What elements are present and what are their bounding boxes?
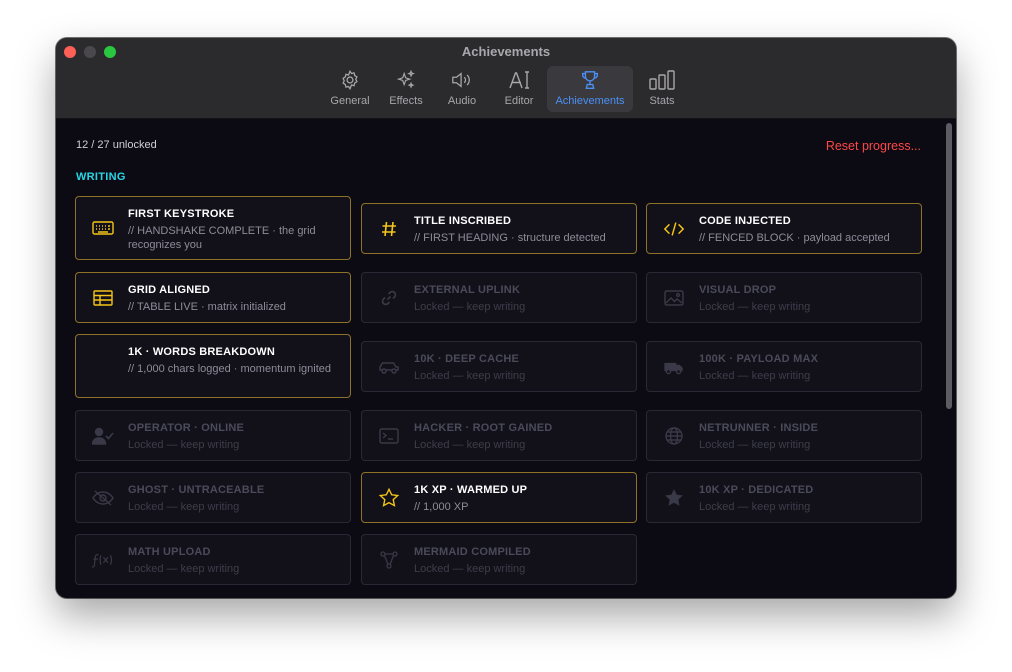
achievement-title: EXTERNAL UPLINK	[414, 284, 521, 296]
achievement-description: Locked — keep writing	[699, 301, 811, 313]
star-filled-icon	[663, 487, 685, 509]
vertical-scrollbar[interactable]	[945, 121, 953, 597]
achievement-title: NETRUNNER · INSIDE	[699, 422, 819, 434]
achievement-description: Locked — keep writing	[414, 370, 526, 382]
achievement-title: FIRST KEYSTROKE	[128, 208, 235, 220]
link-icon	[378, 287, 400, 309]
achievement-card-1k-xp[interactable]: 1K XP · WARMED UP // 1,000 XP	[361, 472, 637, 523]
title-bar: Achievements General Effects Audio Edito…	[56, 38, 956, 119]
achievement-description: // FENCED BLOCK · payload accepted	[699, 232, 890, 244]
preferences-toolbar: General Effects Audio Editor Achievement…	[56, 66, 956, 112]
achievement-title: 1K XP · WARMED UP	[414, 484, 528, 496]
tab-editor[interactable]: Editor	[496, 66, 542, 112]
achievement-card-grid-aligned[interactable]: GRID ALIGNED // TABLE LIVE · matrix init…	[75, 272, 351, 323]
achievement-description: // FIRST HEADING · structure detected	[414, 232, 606, 244]
achievement-card-visual-drop[interactable]: VISUAL DROP Locked — keep writing	[646, 272, 922, 323]
achievement-description: Locked — keep writing	[414, 439, 526, 451]
tab-stats-label: Stats	[649, 95, 675, 107]
achievement-card-1k-words[interactable]: 1K · WORDS BREAKDOWN // 1,000 chars logg…	[75, 334, 351, 398]
achievement-card-code-injected[interactable]: CODE INJECTED // FENCED BLOCK · payload …	[646, 203, 922, 254]
achievement-description: Locked — keep writing	[699, 501, 811, 513]
achievement-title: TITLE INSCRIBED	[414, 215, 512, 227]
diagram-icon	[378, 549, 400, 571]
achievement-title: HACKER · ROOT GAINED	[414, 422, 553, 434]
achievement-description: Locked — keep writing	[414, 563, 526, 575]
keyboard-icon	[92, 217, 114, 239]
achievement-description: Locked — keep writing	[128, 563, 240, 575]
achievement-title: 10K XP · DEDICATED	[699, 484, 814, 496]
tab-achievements-label: Achievements	[555, 95, 625, 107]
truck-icon	[663, 356, 685, 378]
achievement-card-10k-deep-cache[interactable]: 10K · DEEP CACHE Locked — keep writing	[361, 341, 637, 392]
trophy-icon	[579, 66, 601, 94]
star-outline-icon	[378, 487, 400, 509]
achievement-title: GRID ALIGNED	[128, 284, 211, 296]
preferences-window: Achievements General Effects Audio Edito…	[56, 38, 956, 598]
achievement-description: // 1,000 XP	[414, 501, 469, 513]
tab-general-label: General	[330, 95, 370, 107]
achievement-description: Locked — keep writing	[128, 439, 240, 451]
achievement-title: 10K · DEEP CACHE	[414, 353, 520, 365]
achievement-description: // TABLE LIVE · matrix initialized	[128, 301, 286, 313]
user-check-icon	[92, 425, 114, 447]
section-heading-writing: WRITING	[76, 171, 126, 183]
bar-chart-icon	[648, 66, 676, 94]
function-icon	[92, 549, 114, 571]
achievement-title: OPERATOR · ONLINE	[128, 422, 245, 434]
achievement-description: Locked — keep writing	[414, 301, 526, 313]
achievement-card-netrunner-inside[interactable]: NETRUNNER · INSIDE Locked — keep writing	[646, 410, 922, 461]
achievement-card-title-inscribed[interactable]: TITLE INSCRIBED // FIRST HEADING · struc…	[361, 203, 637, 254]
achievement-description: Locked — keep writing	[128, 501, 240, 513]
tab-effects-label: Effects	[389, 95, 423, 107]
achievement-title: CODE INJECTED	[699, 215, 791, 227]
gear-icon	[339, 66, 361, 94]
text-cursor-icon	[507, 66, 531, 94]
achievement-description: Locked — keep writing	[699, 439, 811, 451]
achievement-description: // 1,000 chars logged · momentum ignited	[128, 363, 332, 375]
achievement-title: GHOST · UNTRACEABLE	[128, 484, 265, 496]
tab-achievements[interactable]: Achievements	[547, 66, 633, 112]
tab-effects[interactable]: Effects	[382, 66, 430, 112]
eye-slash-icon	[92, 487, 114, 509]
achievement-card-10k-xp[interactable]: 10K XP · DEDICATED Locked — keep writing	[646, 472, 922, 523]
hash-icon	[378, 218, 400, 240]
scrollbar-thumb[interactable]	[946, 123, 952, 409]
reset-progress-link[interactable]: Reset progress...	[826, 139, 921, 153]
terminal-icon	[378, 425, 400, 447]
unlock-progress: 12 / 27 unlocked	[76, 139, 157, 151]
achievement-description: Locked — keep writing	[699, 370, 811, 382]
image-icon	[663, 287, 685, 309]
achievement-card-operator-online[interactable]: OPERATOR · ONLINE Locked — keep writing	[75, 410, 351, 461]
car-icon	[378, 356, 400, 378]
achievement-card-ghost-untraceable[interactable]: GHOST · UNTRACEABLE Locked — keep writin…	[75, 472, 351, 523]
speaker-icon	[450, 66, 474, 94]
globe-icon	[663, 425, 685, 447]
achievement-card-math-upload[interactable]: MATH UPLOAD Locked — keep writing	[75, 534, 351, 585]
tab-audio-label: Audio	[447, 95, 477, 107]
tab-editor-label: Editor	[504, 95, 534, 107]
code-icon	[663, 218, 685, 240]
achievement-card-external-uplink[interactable]: EXTERNAL UPLINK Locked — keep writing	[361, 272, 637, 323]
sparkles-icon	[395, 66, 417, 94]
achievement-description: // HANDSHAKE COMPLETE · the grid recogni…	[128, 225, 316, 251]
tab-stats[interactable]: Stats	[640, 66, 684, 112]
tab-audio[interactable]: Audio	[440, 66, 484, 112]
achievement-card-first-keystroke[interactable]: FIRST KEYSTROKE // HANDSHAKE COMPLETE · …	[75, 196, 351, 260]
table-icon	[92, 287, 114, 309]
achievement-card-mermaid-compiled[interactable]: MERMAID COMPILED Locked — keep writing	[361, 534, 637, 585]
achievement-card-100k-payload-max[interactable]: 100K · PAYLOAD MAX Locked — keep writing	[646, 341, 922, 392]
achievement-title: VISUAL DROP	[699, 284, 777, 296]
window-title: Achievements	[461, 44, 551, 59]
achievement-title: 100K · PAYLOAD MAX	[699, 353, 819, 365]
achievement-title: 1K · WORDS BREAKDOWN	[128, 346, 275, 358]
achievement-title: MATH UPLOAD	[128, 546, 211, 558]
tab-general[interactable]: General	[324, 66, 376, 112]
achievements-panel: 12 / 27 unlocked Reset progress... WRITI…	[56, 119, 956, 598]
achievement-title: MERMAID COMPILED	[414, 546, 531, 558]
achievement-card-hacker-root[interactable]: HACKER · ROOT GAINED Locked — keep writi…	[361, 410, 637, 461]
